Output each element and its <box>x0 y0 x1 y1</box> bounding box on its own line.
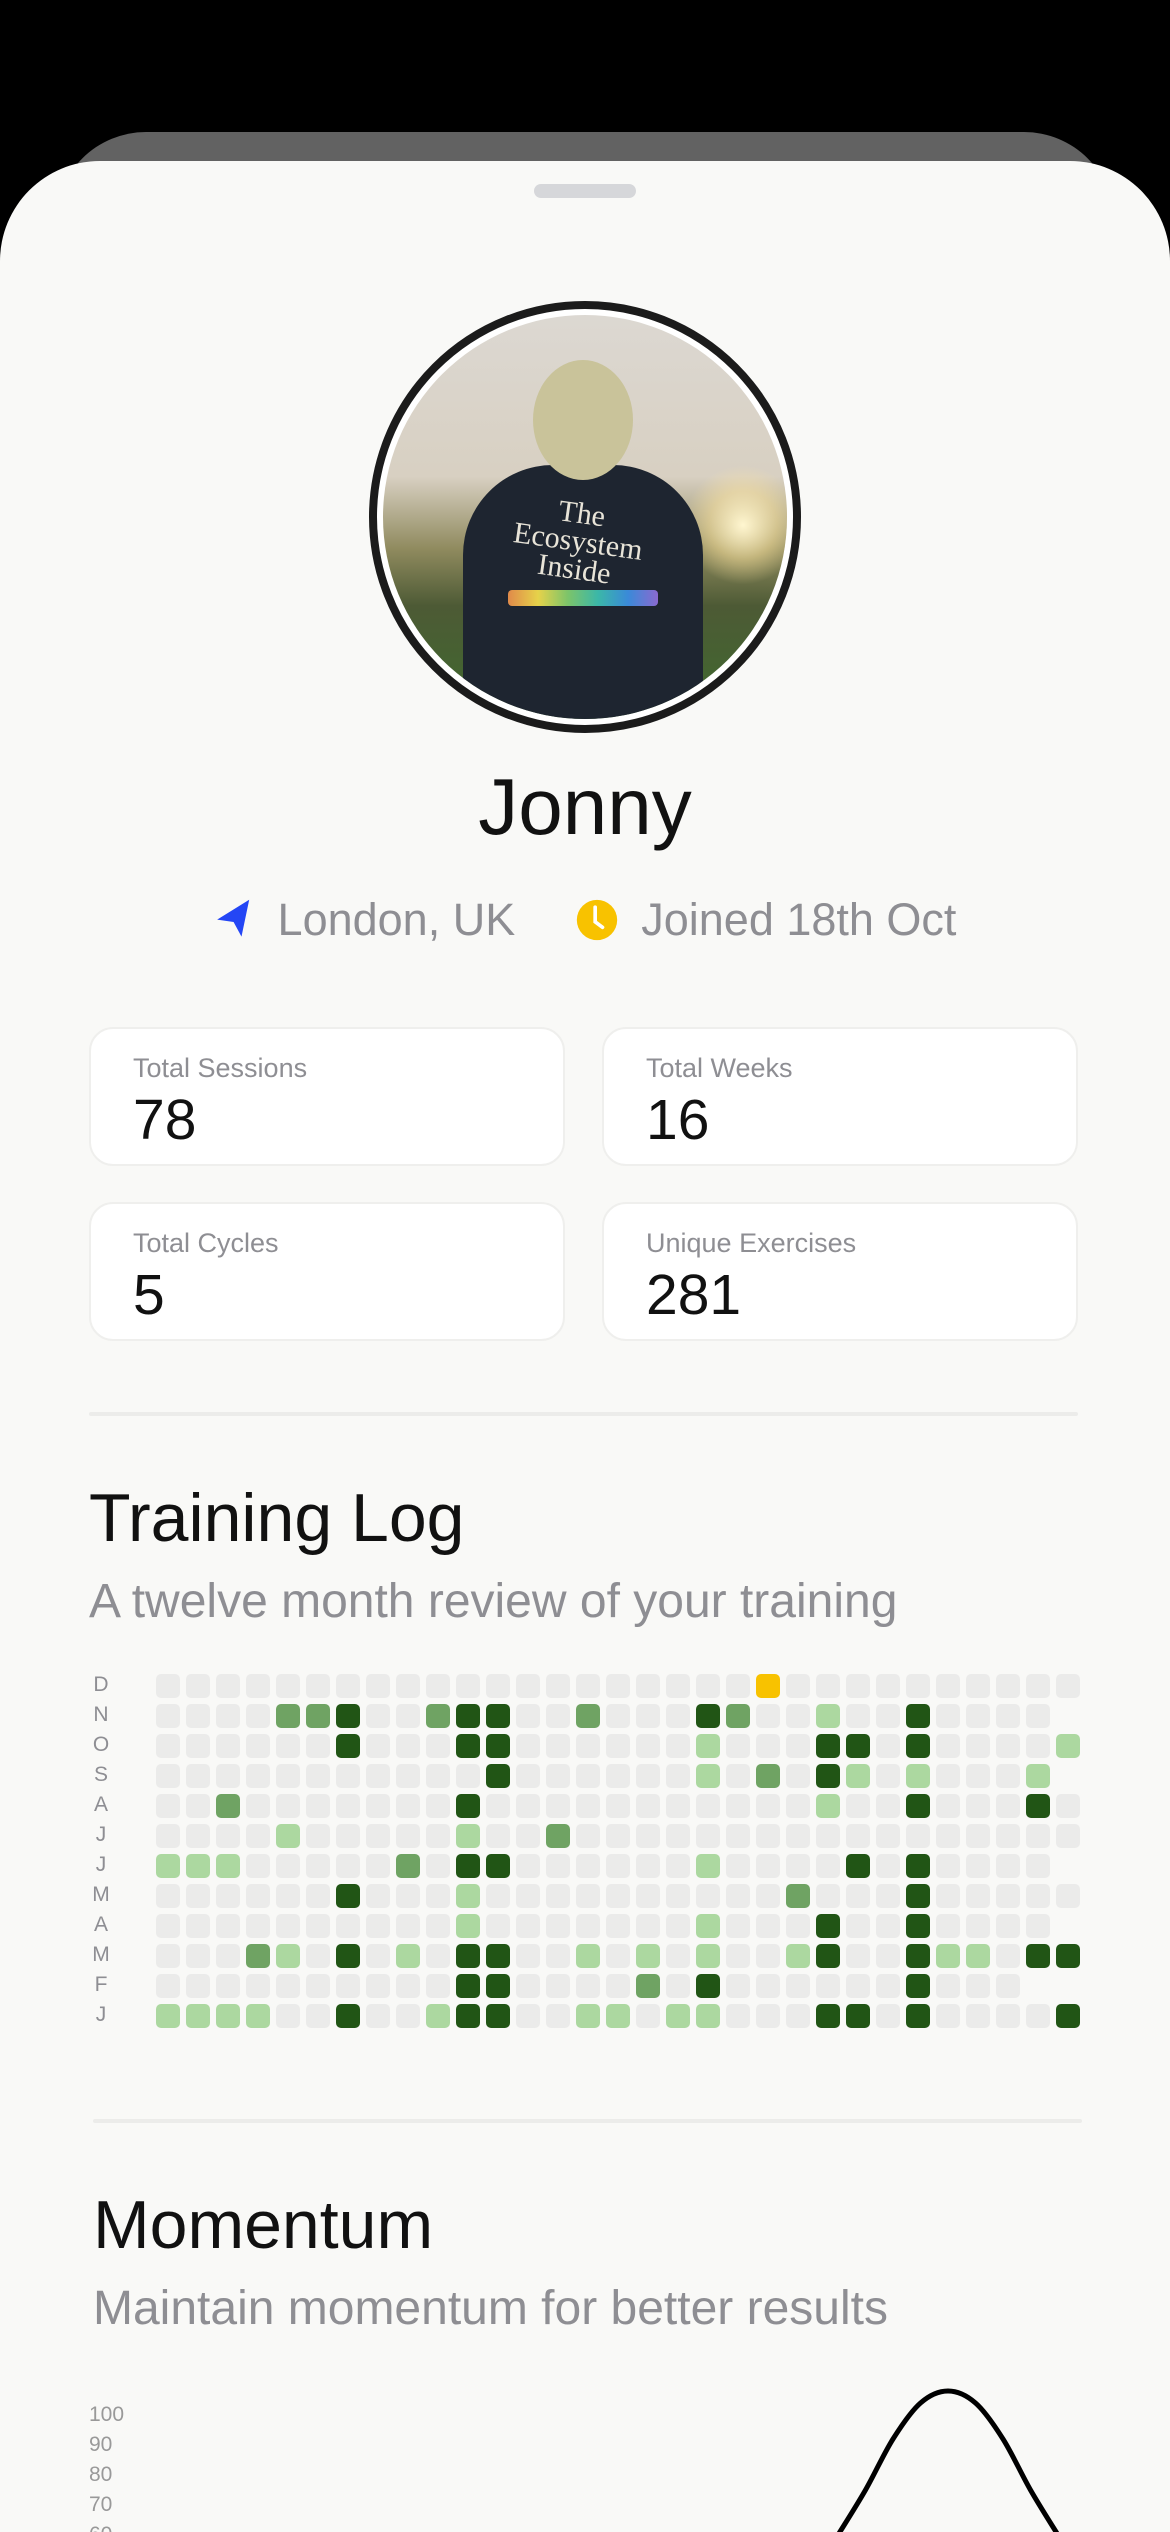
momentum-line <box>836 2388 1060 2532</box>
profile-sheet: The Ecosystem Inside Jonny London, UK Jo… <box>0 161 1170 2532</box>
momentum-line-chart <box>836 2388 1060 2532</box>
